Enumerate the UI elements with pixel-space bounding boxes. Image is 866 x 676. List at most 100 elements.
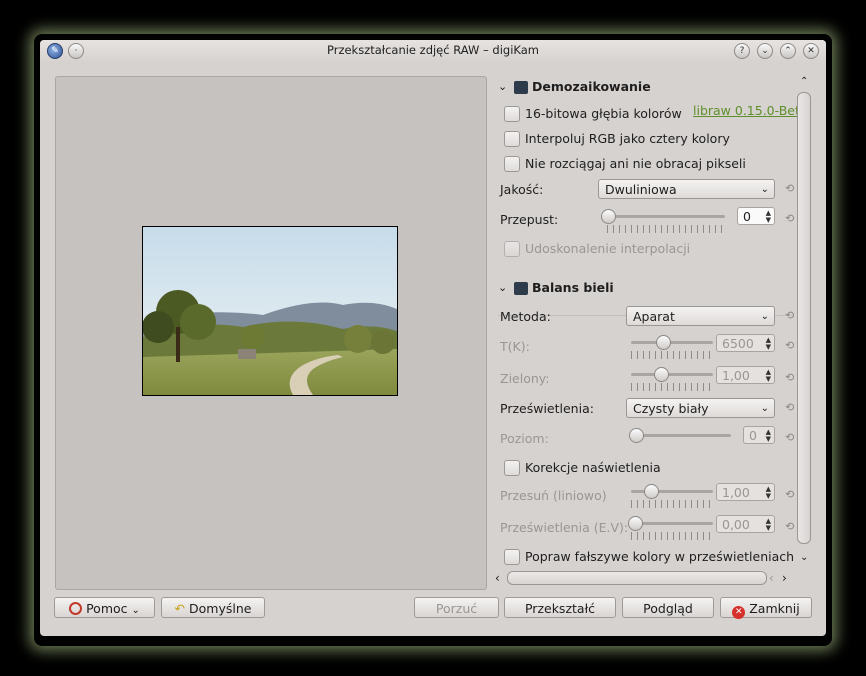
preview-button[interactable]: Podgląd (622, 597, 714, 618)
title-bar: ✎ · Przekształcanie zdjęć RAW – digiKam … (40, 40, 826, 62)
temperature-slider-track[interactable] (631, 341, 713, 344)
minimize-button[interactable]: ⌄ (757, 43, 773, 59)
reset-icon[interactable]: ⟲ (785, 402, 797, 414)
scroll-right-icon[interactable]: › (782, 571, 787, 585)
pass-slider-track[interactable] (607, 215, 725, 218)
reset-icon[interactable]: ⟲ (785, 432, 797, 444)
scroll-left-icon[interactable]: ‹ (769, 571, 774, 585)
scroll-down-icon[interactable]: ⌄ (800, 552, 808, 563)
reset-icon[interactable]: ⟲ (785, 340, 797, 352)
quality-value: Dwuliniowa (605, 182, 677, 197)
preview-area (55, 76, 487, 590)
whitebalance-collapse-icon[interactable]: ⌄ (498, 281, 507, 294)
spin-down-icon[interactable]: ▼ (766, 216, 771, 224)
exposure-correction-checkbox[interactable] (504, 460, 520, 476)
bit16-checkbox[interactable] (504, 106, 520, 122)
film-icon (514, 282, 528, 295)
defaults-button-label: Domyślne (189, 601, 252, 616)
reset-icon[interactable]: ⟲ (785, 213, 797, 225)
green-spinbox[interactable]: 1,00 ▲ ▼ (716, 366, 775, 384)
temperature-slider-handle[interactable] (656, 335, 671, 350)
highlights-combo[interactable]: Czysty biały ⌄ (626, 398, 775, 418)
temperature-slider-ticks (631, 351, 713, 359)
refine-interpolation-label: Udoskonalenie interpolacji (525, 241, 691, 256)
libraw-link[interactable]: libraw 0.15.0-Beta (693, 103, 797, 118)
spin-down-icon[interactable]: ▼ (766, 343, 771, 351)
highlights-label: Prześwietlenia: (500, 401, 594, 416)
window-title: Przekształcanie zdjęć RAW – digiKam (326, 43, 540, 57)
convert-button[interactable]: Przekształć (504, 597, 616, 618)
level-slider-track[interactable] (635, 434, 731, 437)
settings-panel: ⌄ Demozaikowanie 16-bitowa głębia koloró… (495, 74, 797, 574)
highlights-value: Czysty biały (633, 401, 709, 416)
temperature-value: 6500 (722, 336, 754, 351)
green-slider-track[interactable] (631, 373, 713, 376)
green-label: Zielony: (500, 371, 550, 386)
method-value: Aparat (633, 309, 675, 324)
whitebalance-heading: Balans bieli (532, 280, 614, 295)
shift-linear-label: Przesuń (liniowo) (500, 488, 607, 503)
pass-label: Przepust: (500, 212, 559, 227)
spin-down-icon[interactable]: ▼ (766, 492, 771, 500)
level-slider-handle[interactable] (629, 428, 644, 443)
no-stretch-label: Nie rozciągaj ani nie obracaj pikseli (525, 156, 746, 171)
defaults-button[interactable]: ↶ Domyślne (161, 597, 265, 618)
highlights-ev-label: Prześwietlenia (E.V): (500, 520, 629, 535)
reset-icon[interactable]: ⟲ (785, 310, 797, 322)
scroll-up-icon[interactable]: ⌃ (800, 76, 808, 87)
highlights-ev-slider-handle[interactable] (628, 516, 643, 531)
spin-down-icon[interactable]: ▼ (766, 524, 771, 532)
highlights-ev-value: 0,00 (722, 517, 750, 532)
undo-icon: ↶ (174, 601, 186, 616)
shift-linear-slider-handle[interactable] (644, 484, 659, 499)
highlights-ev-slider-ticks (631, 532, 713, 540)
level-label: Poziom: (500, 431, 549, 446)
temperature-label: T(K): (500, 339, 530, 354)
raw-import-dialog: ✎ · Przekształcanie zdjęć RAW – digiKam … (40, 40, 826, 636)
fix-false-colors-checkbox[interactable] (504, 549, 520, 565)
shift-linear-slider-ticks (631, 500, 713, 508)
temperature-spinbox[interactable]: 6500 ▲ ▼ (716, 334, 775, 352)
demosaic-collapse-icon[interactable]: ⌄ (498, 80, 507, 93)
green-value: 1,00 (722, 368, 750, 383)
level-value: 0 (749, 428, 757, 443)
close-title-button[interactable]: ✕ (803, 43, 819, 59)
interpolate-rgb-checkbox[interactable] (504, 131, 520, 147)
close-button-label: Zamknij (749, 601, 800, 616)
scroll-left-icon[interactable]: ‹ (495, 571, 500, 585)
pass-slider-handle[interactable] (601, 209, 616, 224)
reset-icon[interactable]: ⟲ (785, 372, 797, 384)
reset-icon[interactable]: ⟲ (785, 521, 797, 533)
film-icon (514, 81, 528, 94)
highlights-ev-spinbox[interactable]: 0,00 ▲ ▼ (716, 515, 775, 533)
method-combo[interactable]: Aparat ⌄ (626, 306, 775, 326)
chevron-down-icon: ⌄ (760, 311, 769, 322)
pass-spinbox[interactable]: 0 ▲ ▼ (737, 207, 775, 225)
highlights-ev-slider-track[interactable] (631, 522, 713, 525)
quality-label: Jakość: (500, 182, 544, 197)
refine-interpolation-checkbox[interactable] (504, 241, 520, 257)
horizontal-scrollbar[interactable] (507, 571, 767, 585)
chevron-down-icon: ⌄ (760, 403, 769, 414)
quality-combo[interactable]: Dwuliniowa ⌄ (598, 179, 775, 199)
chevron-down-icon: ⌄ (760, 184, 769, 195)
shift-linear-spinbox[interactable]: 1,00 ▲ ▼ (716, 483, 775, 501)
close-button[interactable]: ✕ Zamknij (720, 597, 812, 619)
lifebuoy-icon (69, 602, 83, 615)
help-button-label: Pomoc (86, 601, 128, 616)
help-button[interactable]: Pomoc ⌄ (54, 597, 155, 618)
no-stretch-checkbox[interactable] (504, 156, 520, 172)
reset-icon[interactable]: ⟲ (785, 183, 797, 195)
abort-button[interactable]: Porzuć (414, 597, 499, 618)
bit16-label: 16-bitowa głębia kolorów (525, 106, 682, 121)
maximize-button[interactable]: ⌃ (780, 43, 796, 59)
exposure-correction-label: Korekcje naświetlenia (525, 460, 661, 475)
vertical-scrollbar[interactable] (797, 92, 811, 544)
reset-icon[interactable]: ⟲ (785, 489, 797, 501)
spin-down-icon[interactable]: ▼ (766, 375, 771, 383)
pass-slider-ticks (607, 225, 725, 233)
help-title-button[interactable]: ? (734, 43, 750, 59)
spin-down-icon[interactable]: ▼ (766, 435, 771, 443)
level-spinbox[interactable]: 0 ▲ ▼ (743, 426, 775, 444)
green-slider-handle[interactable] (654, 367, 669, 382)
